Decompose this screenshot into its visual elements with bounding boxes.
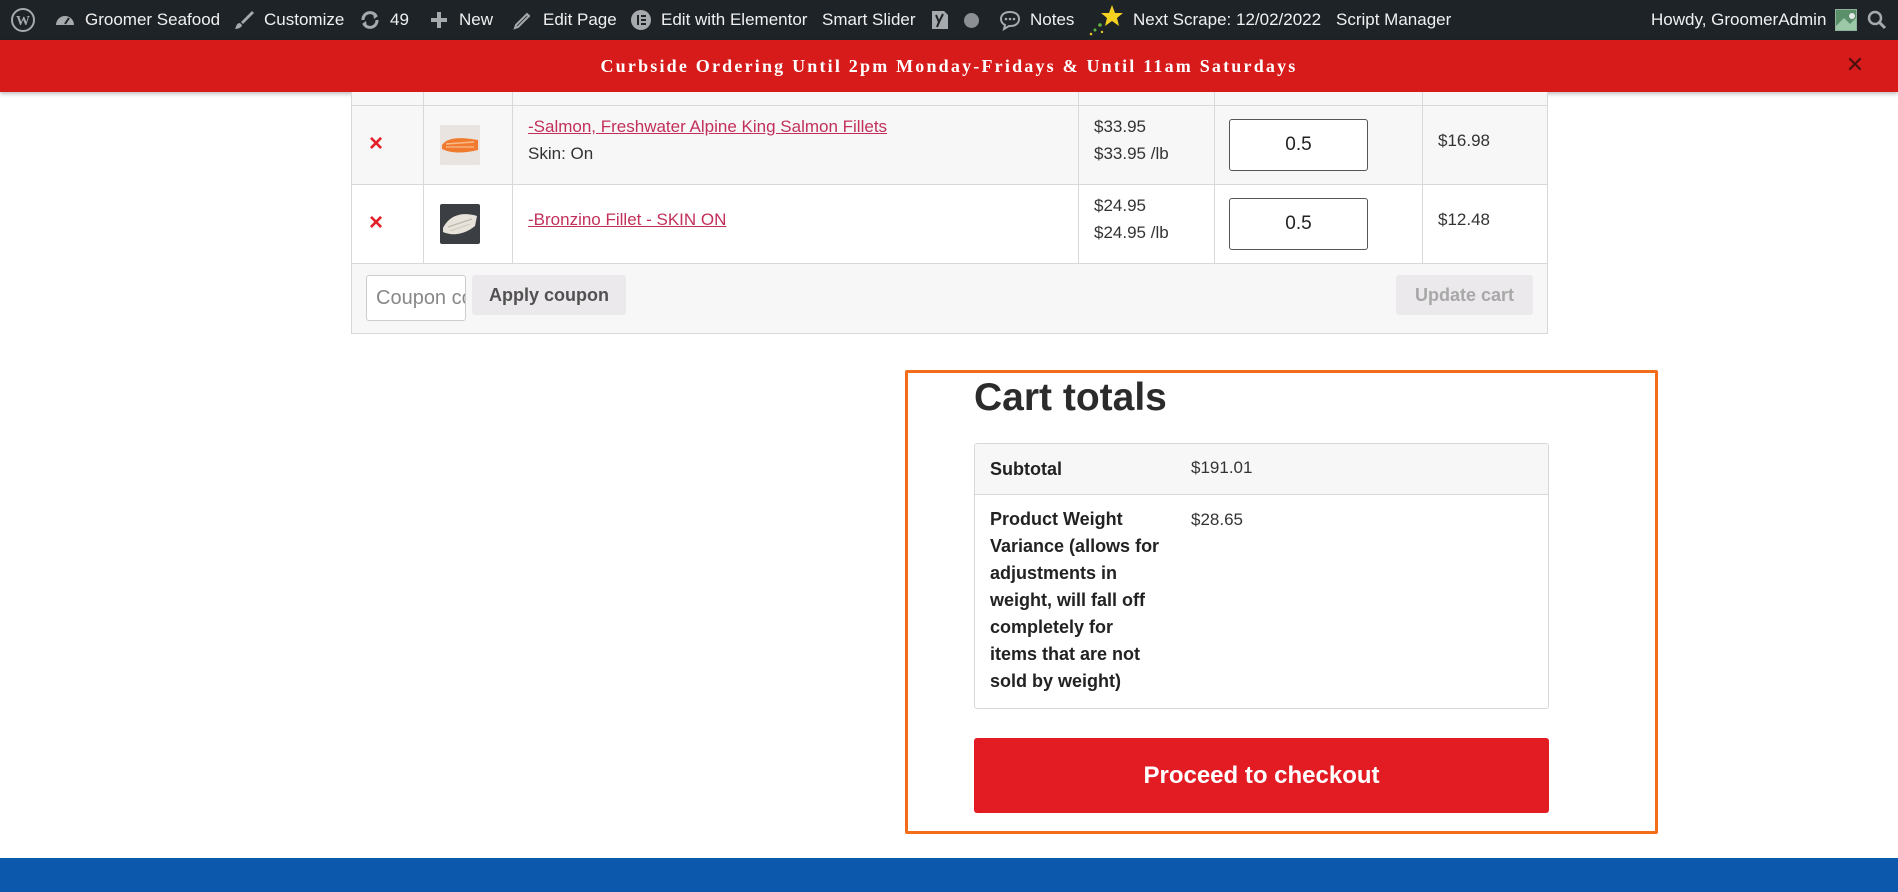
customize-menu[interactable]: Customize [233, 0, 344, 40]
updates-refresh-icon [359, 9, 381, 31]
product-variation-meta: Skin: On [528, 144, 594, 163]
product-thumbnail[interactable] [440, 125, 480, 165]
column-divider [512, 92, 513, 263]
coupon-code-input[interactable] [366, 275, 466, 321]
plus-icon [428, 9, 450, 31]
script-manager-label: Script Manager [1336, 10, 1452, 29]
product-name-link[interactable]: -Bronzino Fillet - SKIN ON [528, 210, 726, 230]
column-divider [1422, 92, 1423, 263]
customize-label: Customize [264, 10, 345, 29]
svg-text:W: W [16, 14, 30, 29]
edit-with-elementor-label: Edit with Elementor [661, 10, 808, 29]
product-price: $33.95 [1094, 117, 1146, 136]
new-content-menu[interactable]: New [428, 0, 493, 40]
table-row: × -Bronzino Fillet - SKIN ON $24.95 $24.… [352, 185, 1547, 263]
site-name-menu[interactable]: Groomer Seafood [54, 0, 220, 40]
weight-variance-row: Product Weight Variance (allows for adju… [975, 496, 1548, 708]
next-scrape-label: Next Scrape: 12/02/2022 [1133, 10, 1322, 29]
dashboard-gauge-icon [54, 9, 76, 31]
edit-page-menu[interactable]: Edit Page [512, 0, 617, 40]
subtotal-value: $191.01 [1191, 458, 1253, 477]
yoast-seo-menu[interactable] [929, 0, 979, 40]
paintbrush-icon [233, 9, 255, 31]
elementor-icon [630, 9, 652, 31]
close-notice-icon[interactable]: ✕ [1842, 52, 1868, 78]
yoast-icon [929, 9, 951, 31]
column-divider [1078, 92, 1079, 263]
admin-search-icon[interactable] [1867, 0, 1887, 40]
product-price-per-lb: $33.95 /lb [1094, 144, 1169, 163]
yoast-status-dot-icon [964, 12, 979, 28]
product-name-link[interactable]: -Salmon, Freshwater Alpine King Salmon F… [528, 117, 887, 137]
line-subtotal: $16.98 [1438, 131, 1490, 150]
store-notice-banner: Curbside Ordering Until 2pm Monday-Frida… [0, 40, 1898, 92]
speech-bubble-icon [999, 9, 1021, 31]
site-footer [0, 858, 1898, 892]
smart-slider-menu[interactable]: Smart Slider [822, 0, 916, 40]
column-divider [423, 92, 424, 263]
apply-coupon-button[interactable]: Apply coupon [472, 275, 626, 315]
remove-item-icon[interactable]: × [364, 132, 388, 156]
site-name-label: Groomer Seafood [85, 10, 221, 29]
update-cart-button[interactable]: Update cart [1396, 275, 1533, 315]
column-divider [1214, 92, 1215, 263]
next-scrape-menu[interactable]: Next Scrape: 12/02/2022 [1088, 0, 1321, 40]
updates-menu[interactable]: 49 [359, 0, 409, 40]
store-notice-text: Curbside Ordering Until 2pm Monday-Frida… [600, 56, 1298, 76]
updates-count: 49 [390, 10, 409, 29]
shooting-star-icon [1088, 3, 1124, 37]
admin-bar: W Groomer Seafood Customize 49 New Edit … [0, 0, 1898, 40]
howdy-label: Howdy, GroomerAdmin [1651, 10, 1827, 29]
notes-menu[interactable]: Notes [999, 0, 1074, 40]
edit-with-elementor-menu[interactable]: Edit with Elementor [630, 0, 807, 40]
product-price-per-lb: $24.95 /lb [1094, 223, 1169, 242]
edit-page-label: Edit Page [543, 10, 617, 29]
subtotal-row: Subtotal $191.01 [975, 444, 1548, 495]
smart-slider-label: Smart Slider [822, 10, 916, 29]
quantity-input[interactable] [1229, 198, 1368, 250]
avatar [1835, 9, 1858, 31]
cart-totals-table: Subtotal $191.01 Product Weight Variance… [974, 443, 1549, 709]
table-row: × -Salmon, Freshwater Alpine King Salmon… [352, 106, 1547, 184]
pencil-icon [512, 9, 534, 31]
wordpress-logo-icon[interactable]: W [10, 0, 36, 40]
product-thumbnail[interactable] [440, 204, 480, 244]
notes-label: Notes [1030, 10, 1075, 29]
my-account-menu[interactable]: Howdy, GroomerAdmin [1651, 0, 1858, 40]
new-label: New [459, 10, 494, 29]
weight-variance-label: Product Weight Variance (allows for adju… [990, 509, 1160, 691]
weight-variance-value: $28.65 [1191, 510, 1243, 529]
quantity-input[interactable] [1229, 119, 1368, 171]
table-header-remnant [352, 92, 1547, 105]
remove-item-icon[interactable]: × [364, 211, 388, 235]
script-manager-menu[interactable]: Script Manager [1336, 0, 1451, 40]
subtotal-label: Subtotal [990, 459, 1062, 479]
cart-totals-title: Cart totals [974, 376, 1167, 419]
proceed-to-checkout-button[interactable]: Proceed to checkout [974, 738, 1549, 813]
line-subtotal: $12.48 [1438, 210, 1490, 229]
product-price: $24.95 [1094, 196, 1146, 215]
